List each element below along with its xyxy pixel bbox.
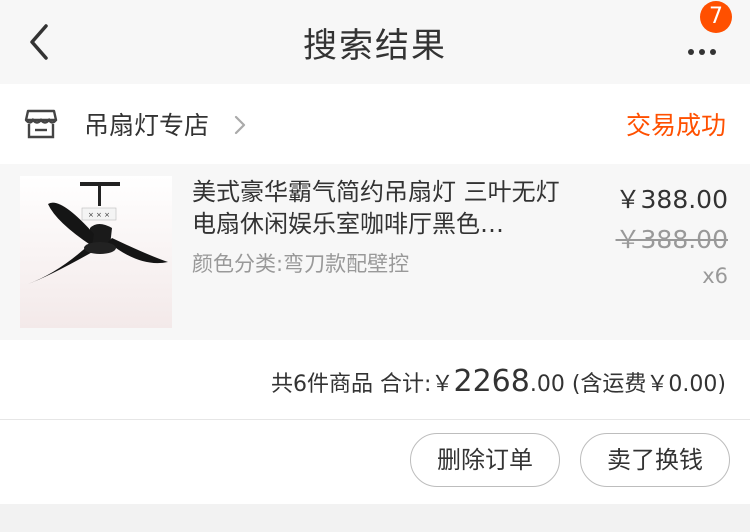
svg-text:× × ×: × × × (88, 211, 110, 219)
shop-header[interactable]: 吊扇灯专店 交易成功 (0, 84, 750, 164)
product-price: ￥388.00 (615, 185, 728, 214)
order-summary: 共6件商品 合计:￥2268.00 (含运费￥0.00) (0, 340, 750, 420)
store-icon (24, 109, 58, 139)
total-label: 合计: (380, 372, 432, 397)
product-spec: 颜色分类:弯刀款配壁控 (192, 252, 410, 276)
delete-order-button[interactable]: 删除订单 (410, 433, 560, 487)
shop-name[interactable]: 吊扇灯专店 (84, 106, 209, 142)
item-count: 共6件商品 (271, 372, 374, 397)
top-nav-bar: 搜索结果 7 (0, 0, 750, 84)
order-card: 吊扇灯专店 交易成功 × × × 美式豪华霸气简约吊扇灯 三叶无灯电扇休闲娱乐室… (0, 84, 750, 504)
total-amount-integer: 2268 (453, 364, 530, 399)
product-quantity: x6 (702, 264, 728, 288)
order-status: 交易成功 (625, 111, 726, 140)
ceiling-fan-image: × × × (20, 176, 172, 328)
total-currency: ￥ (431, 372, 454, 397)
product-title[interactable]: 美式豪华霸气简约吊扇灯 三叶无灯电扇休闲娱乐室咖啡厅黑色… (192, 176, 582, 240)
product-thumbnail[interactable]: × × × (20, 176, 172, 328)
shipping-fee: (含运费￥0.00) (571, 372, 726, 397)
notification-badge: 7 (700, 1, 732, 33)
summary-line: 共6件商品 合计:￥2268.00 (含运费￥0.00) (271, 364, 726, 399)
more-dots-icon (688, 40, 721, 59)
order-item[interactable]: × × × 美式豪华霸气简约吊扇灯 三叶无灯电扇休闲娱乐室咖啡厅黑色… 颜色分类… (0, 164, 750, 340)
product-original-price: ￥388.00 (615, 225, 728, 254)
total-amount-decimal: .00 (529, 372, 565, 397)
order-actions: 删除订单 卖了换钱 (0, 421, 750, 504)
page-title: 搜索结果 (303, 26, 447, 66)
chevron-right-icon (234, 115, 246, 135)
sell-item-button[interactable]: 卖了换钱 (580, 433, 730, 487)
